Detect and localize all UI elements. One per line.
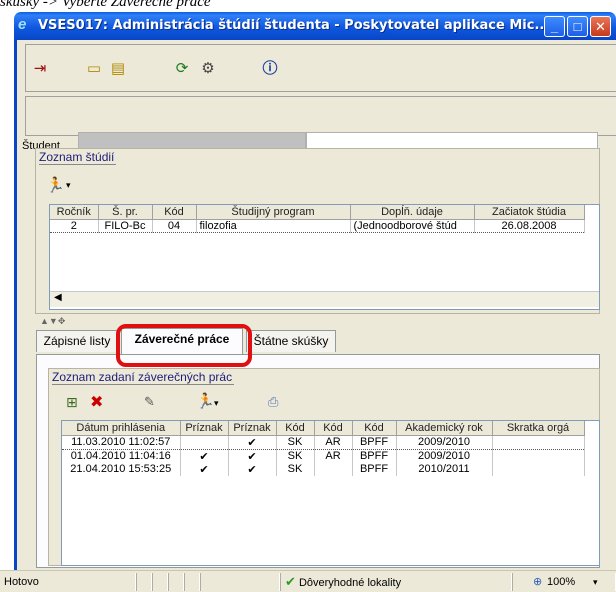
col-studijny-program[interactable]: Študijný program (196, 205, 351, 220)
theses-grid: Dátum prihlásenia Príznak Príznak Kód Kó… (61, 420, 600, 566)
table-row[interactable]: 11.03.2010 11:02:57 ✔ SK AR BPFF 2009/20… (62, 434, 585, 450)
col-skratka-organizacie[interactable]: Skratka orgá (492, 421, 585, 436)
caption: skúšky -> Vyberte Záverečné práce (0, 0, 211, 10)
info-icon[interactable]: ⓘ (260, 59, 280, 79)
minimize-button[interactable]: _ (544, 16, 565, 37)
title-bar: e VSES017: Administrácia štúdií študenta… (14, 12, 616, 40)
col-kod-1[interactable]: Kód (276, 421, 315, 436)
settings-icon[interactable]: ⚙ (198, 59, 218, 79)
print-icon[interactable]: ⎙ (268, 394, 278, 410)
exit-icon[interactable]: ⇥ (30, 59, 50, 79)
col-zaciatok-studia[interactable]: Začiatok štúdia (474, 205, 585, 220)
zoom-level: 100% (547, 576, 576, 588)
tab-strip: Zápisné listy Záverečné práce Štátne skú… (22, 300, 600, 354)
note-icon[interactable]: ▭ (84, 59, 104, 79)
theses-title: Zoznam zadaní záverečných prác (52, 370, 235, 385)
status-bar: Hotovo ✔ Dôveryhodné lokality ⊕ 100% ▾ (0, 570, 616, 592)
status-cell (136, 573, 152, 591)
col-rocnik[interactable]: Ročník (50, 205, 99, 220)
col-studijny-program-skratka[interactable]: Š. pr. (98, 205, 153, 220)
status-cell (168, 573, 184, 591)
highlight-frame (116, 324, 252, 367)
zoom-icon: ⊕ (533, 576, 543, 588)
trusted-sites-icon: ✔ (285, 574, 296, 589)
col-datum-prihlasenia[interactable]: Dátum prihlásenia (62, 421, 181, 436)
zone-label: Dôveryhodné lokality (298, 577, 402, 589)
table-row[interactable]: 2 FILO-Bc 04 filozofia (Jednoodborové št… (50, 218, 585, 233)
chevron-down-icon[interactable]: ▾ (593, 573, 598, 591)
col-akademicky-rok[interactable]: Akademický rok (396, 421, 493, 436)
edit-icon[interactable]: ✎ (144, 394, 155, 410)
status-cell (152, 573, 168, 591)
table-row[interactable]: 21.04.2010 15:53:25 ✔ ✔ SK BPFF 2010/201… (62, 462, 585, 476)
col-kod[interactable]: Kód (152, 205, 197, 220)
col-priznak-1[interactable]: Príznak (180, 421, 229, 436)
col-kod-3[interactable]: Kód (352, 421, 397, 436)
ie-icon: e (18, 16, 27, 33)
status-cell (200, 573, 280, 591)
studies-grid: Ročník Š. pr. Kód Študijný program Dopĺň… (49, 204, 600, 310)
chevron-down-icon[interactable]: ▾ (214, 398, 219, 409)
maximize-button[interactable]: □ (567, 16, 588, 37)
delete-icon[interactable]: ✖ (90, 392, 103, 412)
runner-icon[interactable]: 🏃 (46, 176, 65, 194)
add-icon[interactable]: ⊞ (66, 394, 78, 411)
runner-icon[interactable]: 🏃 (196, 392, 215, 410)
col-kod-2[interactable]: Kód (314, 421, 353, 436)
table-row[interactable]: 01.04.2010 11:04:16 ✔ ✔ SK AR BPFF 2009/… (62, 449, 585, 463)
status-cell (184, 573, 200, 591)
col-priznak-2[interactable]: Príznak (228, 421, 277, 436)
studies-title: Zoznam štúdií (39, 150, 117, 165)
tab-statne-skusky[interactable]: Štátne skúšky (246, 330, 336, 352)
security-zone[interactable]: ✔ Dôveryhodné lokality (280, 573, 512, 591)
chevron-down-icon[interactable]: ▾ (66, 180, 71, 191)
student-panel (25, 96, 616, 136)
col-doplnujuce-udaje[interactable]: Dopĺň. údaje (350, 205, 475, 220)
window-title: VSES017: Administrácia štúdií študenta -… (38, 18, 550, 33)
close-button[interactable]: ✕ (590, 16, 611, 37)
status-text: Hotovo (0, 573, 136, 591)
refresh-icon[interactable]: ⟳ (172, 59, 192, 79)
zoom-control[interactable]: ⊕ 100% ▾ (512, 573, 616, 591)
tab-zapisne-listy[interactable]: Zápisné listy (36, 330, 118, 352)
toolbar-panel: ⇥ ▭ ▤ ⟳ ⚙ ⓘ (25, 44, 616, 92)
notes-icon[interactable]: ▤ (108, 59, 128, 79)
